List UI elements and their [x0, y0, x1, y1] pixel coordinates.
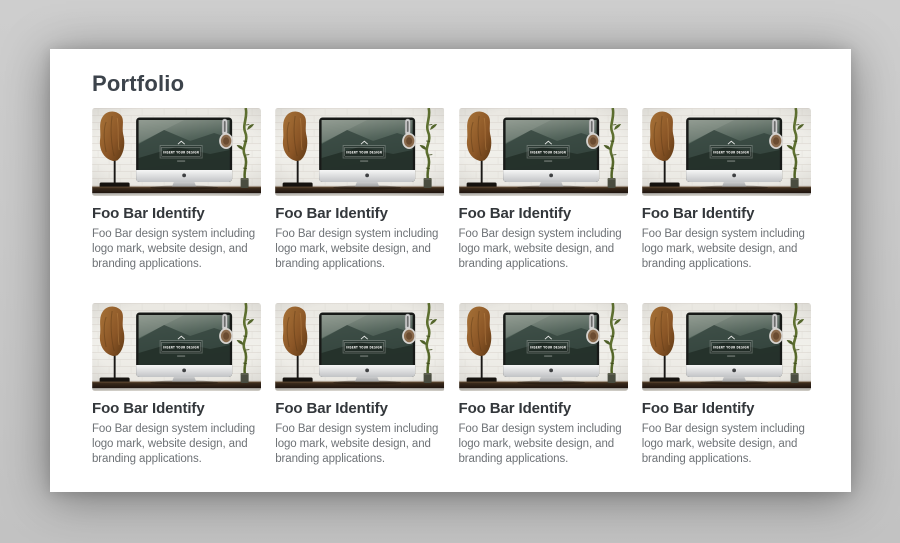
portfolio-card[interactable]: Foo Bar Identify Foo Bar design system i…: [459, 303, 628, 467]
portfolio-card-description: Foo Bar design system including logo mar…: [642, 422, 811, 467]
portfolio-thumbnail[interactable]: [275, 303, 444, 391]
page-title: Portfolio: [92, 71, 811, 97]
portfolio-card-description: Foo Bar design system including logo mar…: [459, 422, 628, 467]
portfolio-thumbnail[interactable]: [459, 108, 628, 196]
portfolio-card-title: Foo Bar Identify: [92, 204, 261, 223]
portfolio-card-description: Foo Bar design system including logo mar…: [642, 227, 811, 272]
content-panel: Portfolio Foo Bar Identify Foo Bar desig…: [50, 49, 851, 492]
portfolio-card-description: Foo Bar design system including logo mar…: [459, 227, 628, 272]
portfolio-card[interactable]: Foo Bar Identify Foo Bar design system i…: [92, 108, 261, 272]
portfolio-card-title: Foo Bar Identify: [642, 204, 811, 223]
page-background: Portfolio Foo Bar Identify Foo Bar desig…: [0, 0, 900, 543]
portfolio-card-title: Foo Bar Identify: [459, 204, 628, 223]
portfolio-card[interactable]: Foo Bar Identify Foo Bar design system i…: [459, 108, 628, 272]
portfolio-card[interactable]: Foo Bar Identify Foo Bar design system i…: [642, 303, 811, 467]
portfolio-card[interactable]: Foo Bar Identify Foo Bar design system i…: [275, 108, 444, 272]
portfolio-card[interactable]: Foo Bar Identify Foo Bar design system i…: [92, 303, 261, 467]
portfolio-thumbnail[interactable]: [642, 303, 811, 391]
portfolio-card-description: Foo Bar design system including logo mar…: [92, 422, 261, 467]
portfolio-card-title: Foo Bar Identify: [275, 399, 444, 418]
portfolio-grid: Foo Bar Identify Foo Bar design system i…: [92, 108, 811, 467]
portfolio-card[interactable]: Foo Bar Identify Foo Bar design system i…: [642, 108, 811, 272]
portfolio-card-title: Foo Bar Identify: [275, 204, 444, 223]
portfolio-card-title: Foo Bar Identify: [459, 399, 628, 418]
portfolio-card-description: Foo Bar design system including logo mar…: [92, 227, 261, 272]
portfolio-card-description: Foo Bar design system including logo mar…: [275, 227, 444, 272]
portfolio-card-title: Foo Bar Identify: [642, 399, 811, 418]
portfolio-thumbnail[interactable]: [642, 108, 811, 196]
portfolio-card[interactable]: Foo Bar Identify Foo Bar design system i…: [275, 303, 444, 467]
portfolio-thumbnail[interactable]: [92, 303, 261, 391]
portfolio-thumbnail[interactable]: [275, 108, 444, 196]
portfolio-thumbnail[interactable]: [459, 303, 628, 391]
portfolio-card-description: Foo Bar design system including logo mar…: [275, 422, 444, 467]
portfolio-card-title: Foo Bar Identify: [92, 399, 261, 418]
portfolio-thumbnail[interactable]: [92, 108, 261, 196]
